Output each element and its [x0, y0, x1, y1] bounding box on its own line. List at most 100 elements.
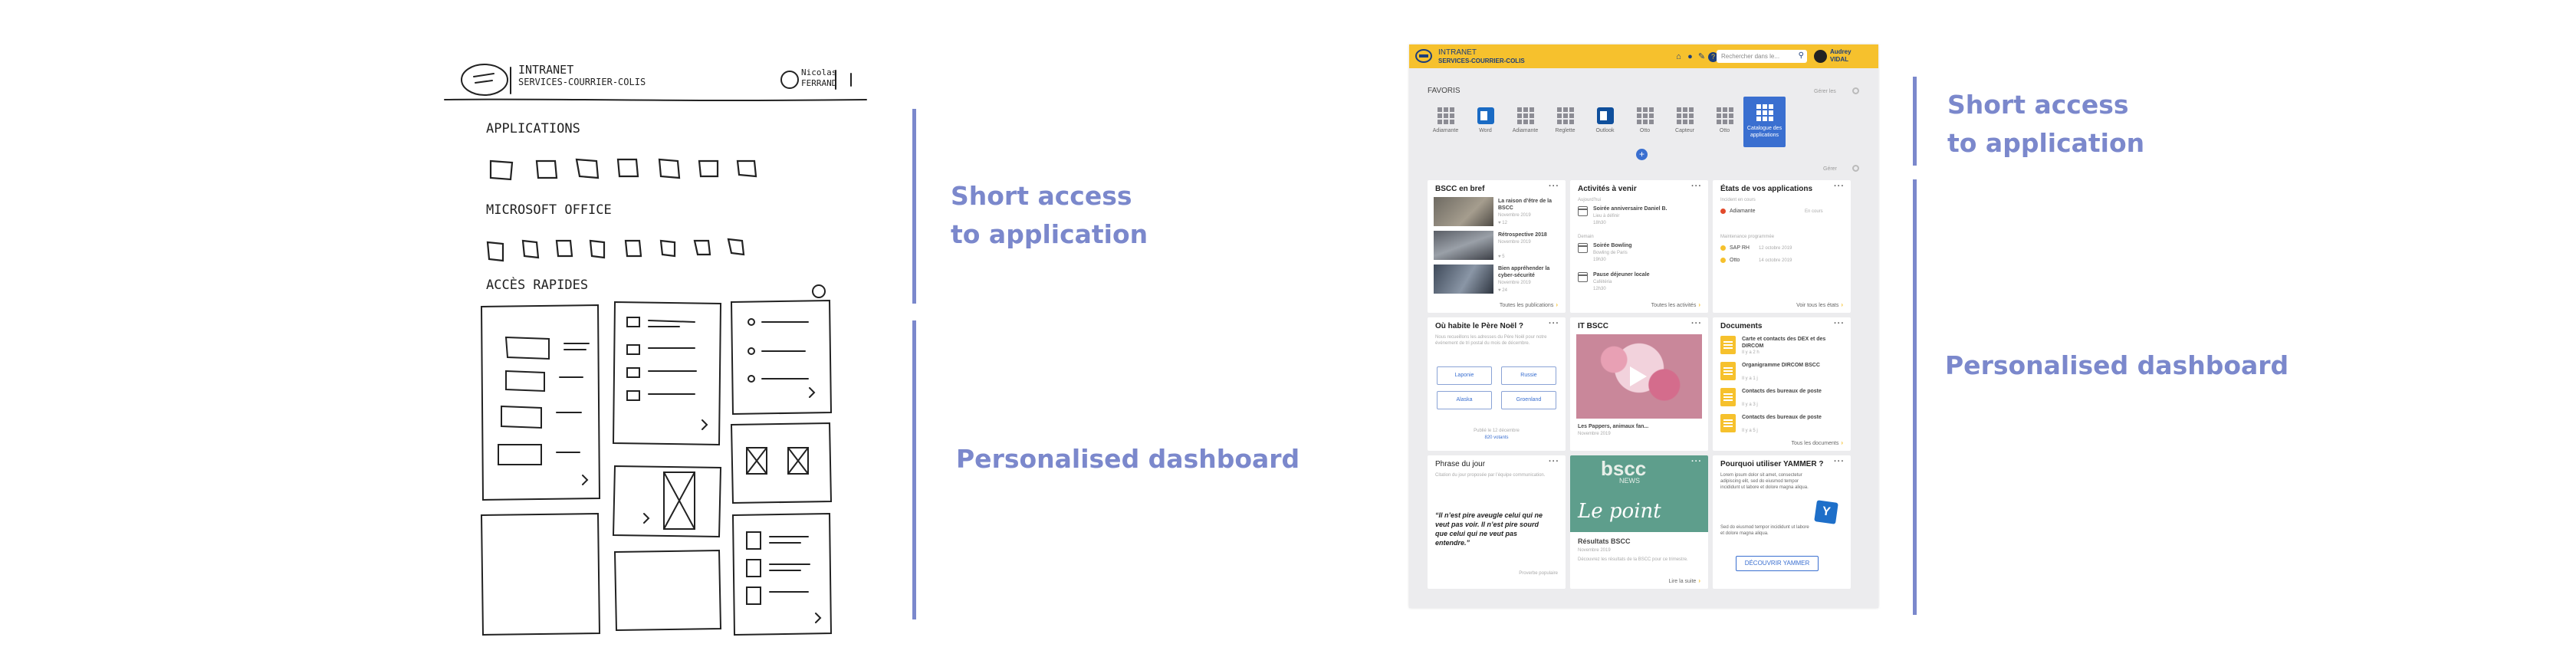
- card-title: Activités à venir: [1578, 185, 1637, 193]
- status-group-label: Maintenance programmée: [1720, 235, 1775, 239]
- news-title[interactable]: Bien appréhender la cyber-sécurité: [1498, 265, 1561, 279]
- discover-yammer-button[interactable]: DÉCOUVRIR YAMMER: [1736, 556, 1819, 571]
- poll-option[interactable]: Alaska: [1437, 391, 1492, 409]
- poll-option[interactable]: Russie: [1501, 366, 1556, 385]
- document-title[interactable]: Contacts des bureaux de poste: [1742, 414, 1826, 421]
- news-likes: ♥ 24: [1498, 288, 1507, 293]
- app-name[interactable]: Adiamante: [1730, 208, 1755, 215]
- document-title[interactable]: Carte et contacts des DEX et des DIRCOM: [1742, 336, 1842, 350]
- tile-label: Word: [1479, 128, 1492, 133]
- tool-icon[interactable]: ✎: [1697, 52, 1707, 62]
- poll-option[interactable]: Groenland: [1501, 391, 1556, 409]
- favorite-tile[interactable]: Adiamante: [1504, 107, 1546, 142]
- widgets-settings-label[interactable]: Gérer: [1823, 166, 1837, 172]
- news-title[interactable]: Rétrospective 2018: [1498, 232, 1561, 238]
- avatar[interactable]: [1814, 50, 1827, 63]
- favorite-tile[interactable]: Capteur: [1664, 107, 1706, 142]
- more-icon[interactable]: ···: [1691, 182, 1702, 191]
- more-icon[interactable]: ···: [1691, 457, 1702, 466]
- poll-option[interactable]: Laponie: [1437, 366, 1492, 385]
- app-name[interactable]: SAP RH: [1730, 245, 1750, 251]
- home-icon[interactable]: ⌂: [1674, 52, 1684, 62]
- more-icon[interactable]: ···: [1549, 182, 1559, 191]
- document-meta: Il y a 5 j: [1742, 429, 1758, 433]
- user-first-name: Audrey: [1830, 48, 1852, 55]
- card-footer-link[interactable]: Tous les documents ›: [1791, 439, 1843, 446]
- la-poste-logo[interactable]: [1415, 49, 1432, 63]
- favorite-tile[interactable]: Otto: [1704, 107, 1746, 142]
- card-footer-link[interactable]: Toutes les activités ›: [1651, 301, 1700, 308]
- add-favorite-button[interactable]: +: [1636, 149, 1648, 160]
- news-summary: Découvrez les résultats de la BSCC pour …: [1578, 557, 1688, 562]
- app-name[interactable]: Otto: [1730, 257, 1740, 264]
- bell-icon[interactable]: ●: [1685, 52, 1695, 62]
- news-thumbnail[interactable]: [1434, 264, 1493, 294]
- more-icon[interactable]: ···: [1691, 319, 1702, 328]
- card-title: Pourquoi utiliser YAMMER ?: [1720, 460, 1824, 468]
- grid-icon: [1516, 107, 1534, 124]
- user-name[interactable]: Audrey VIDAL: [1830, 48, 1852, 64]
- activity-title[interactable]: Pause déjeuner locale: [1593, 271, 1650, 278]
- document-title[interactable]: Organigramme DIRCOM BSCC: [1742, 362, 1826, 369]
- document-title[interactable]: Contacts des bureaux de poste: [1742, 388, 1826, 395]
- footer-label: Tous les documents: [1791, 441, 1839, 446]
- yammer-logo: Y: [1814, 500, 1838, 524]
- video-thumbnail[interactable]: [1576, 334, 1702, 419]
- search-input[interactable]: Rechercher dans le... ⚲: [1717, 50, 1807, 63]
- card-title: IT BSCC: [1578, 322, 1608, 330]
- card-footer-link[interactable]: Voir tous les états ›: [1796, 301, 1843, 308]
- card-title: BSCC en bref: [1435, 185, 1485, 193]
- callout-line-2: to application: [951, 219, 1148, 249]
- grid-icon: [1636, 107, 1654, 124]
- more-icon[interactable]: ···: [1549, 457, 1559, 466]
- card-footer-link[interactable]: Toutes les publications ›: [1500, 301, 1558, 308]
- news-title[interactable]: La raison d’être de la BSCC: [1498, 198, 1561, 212]
- yammer-body-1: Lorem ipsum dolor sit amet, consectetur …: [1720, 473, 1809, 490]
- more-icon[interactable]: ···: [1834, 457, 1845, 466]
- callout-line-2: to application: [1947, 128, 2145, 158]
- more-icon[interactable]: ···: [1834, 182, 1845, 191]
- activity-title[interactable]: Soirée anniversaire Daniel B.: [1593, 205, 1668, 212]
- activity-time: 19h30: [1593, 258, 1606, 262]
- chevron-right-icon: ›: [1841, 439, 1843, 446]
- favorites-settings-label[interactable]: Gérer les: [1814, 89, 1836, 94]
- catalogue-tile[interactable]: Catalogue des applications: [1743, 97, 1786, 147]
- news-thumbnail[interactable]: [1434, 231, 1493, 260]
- favorite-tile[interactable]: Outlook: [1584, 107, 1626, 142]
- card-title: Documents: [1720, 322, 1763, 330]
- calendar-icon: [1578, 243, 1588, 253]
- document-icon: [1720, 336, 1736, 354]
- status-dot: [1720, 209, 1726, 214]
- catalogue-label-1: Catalogue des: [1746, 126, 1783, 131]
- sketch-section-applications: APPLICATIONS: [486, 121, 580, 136]
- callout-line-1: Short access: [1947, 90, 2129, 120]
- more-icon[interactable]: ···: [1834, 319, 1845, 328]
- news-thumbnail[interactable]: [1434, 197, 1493, 226]
- chevron-right-icon: ›: [1698, 301, 1700, 308]
- favorite-tile[interactable]: Otto: [1624, 107, 1666, 142]
- news-image[interactable]: bscc NEWS Le point: [1570, 455, 1708, 532]
- footer-label: Voir tous les états: [1796, 303, 1839, 308]
- card-bscc-en-bref: BSCC en bref ··· La raison d’être de la …: [1428, 180, 1566, 313]
- news-title[interactable]: Résultats BSCC: [1578, 538, 1631, 545]
- more-icon[interactable]: ···: [1549, 319, 1559, 328]
- card-phrase-du-jour: Phrase du jour ··· Citation du jour prop…: [1428, 455, 1566, 589]
- video-title[interactable]: Les Pappers, animaux fan...: [1578, 423, 1648, 430]
- callout-line-dashboard-left: [912, 320, 916, 619]
- favorite-tile[interactable]: Reglette: [1544, 107, 1586, 142]
- favorite-tile[interactable]: Adiamante: [1424, 107, 1467, 142]
- play-icon[interactable]: [1630, 366, 1647, 386]
- card-it-bscc: IT BSCC ··· Les Pappers, animaux fan... …: [1570, 317, 1708, 451]
- read-more-link[interactable]: Lire la suite ›: [1669, 577, 1700, 584]
- search-icon[interactable]: ⚲: [1799, 51, 1804, 60]
- card-title: Où habite le Père Noël ?: [1435, 322, 1524, 330]
- card-title: Phrase du jour: [1435, 460, 1486, 468]
- like-count: 24: [1502, 288, 1507, 293]
- callout-short-access-left: Short access to application: [951, 177, 1148, 254]
- activity-title[interactable]: Soirée Bowling: [1593, 242, 1632, 249]
- quote-text: “Il n’est pire aveugle celui qui ne veut…: [1435, 511, 1543, 547]
- favorite-tile[interactable]: Word: [1464, 107, 1506, 142]
- gear-icon[interactable]: [1852, 165, 1859, 172]
- gear-icon[interactable]: [1852, 87, 1859, 94]
- callout-dashboard-left: Personalised dashboard: [956, 444, 1300, 474]
